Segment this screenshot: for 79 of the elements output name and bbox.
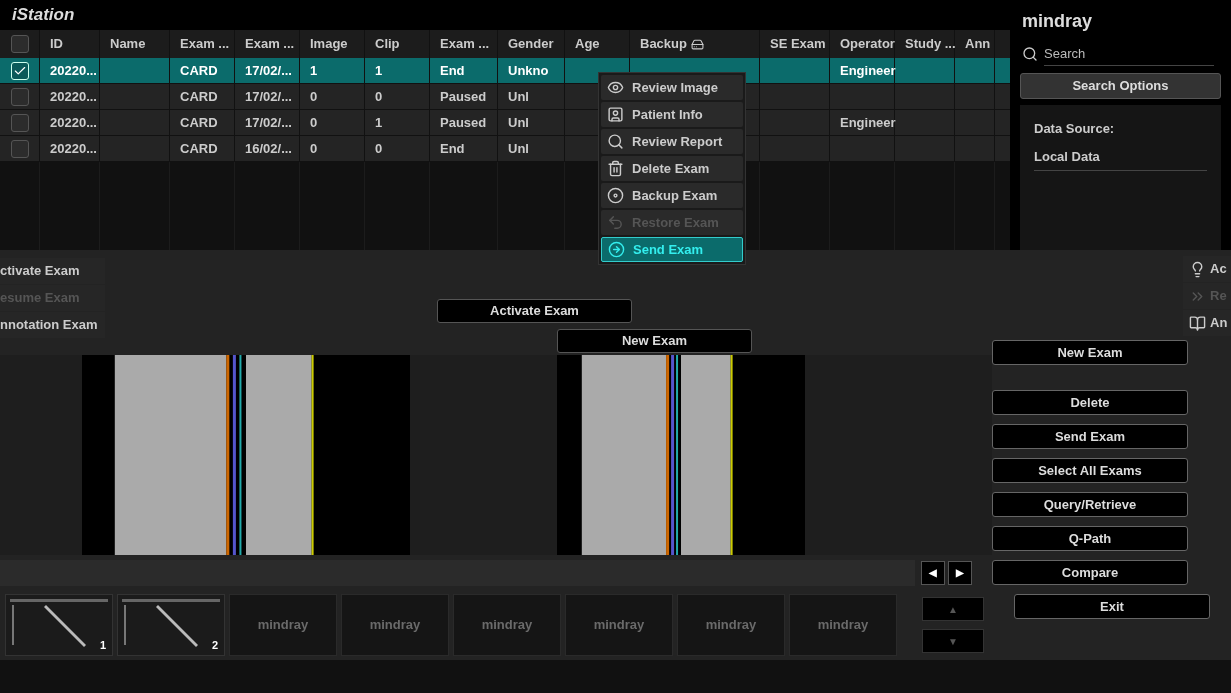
table-cell-text: 1	[375, 113, 383, 132]
action-button[interactable]: Select All Exams	[992, 458, 1188, 483]
table-cell-text: CARD	[180, 61, 218, 80]
eye-icon	[607, 79, 624, 96]
placeholder-logo-text: mindray	[257, 616, 309, 635]
menu-item[interactable]: Review Image	[601, 75, 743, 100]
table-cell-text: CARD	[180, 113, 218, 132]
search-options-button[interactable]: Search Options	[1020, 73, 1221, 99]
table-cell-text: 20220...	[50, 139, 97, 158]
arrow-circle-icon	[608, 241, 625, 258]
checkbox[interactable]	[10, 139, 29, 158]
search-field[interactable]: Search	[1044, 42, 1214, 66]
placeholder-logo-text: mindray	[817, 616, 869, 635]
menu-item[interactable]: Backup Exam	[601, 183, 743, 208]
thumbnail-number: 2	[211, 637, 218, 653]
table-cell-text: Paused	[440, 113, 487, 132]
action-button[interactable]: Compare	[992, 560, 1188, 585]
table-cell-text: 16/02/...	[245, 139, 292, 158]
table-cell-text: 20220...	[50, 87, 97, 106]
app-title: iStation	[12, 4, 75, 27]
table-cell-text: Engineer	[840, 113, 896, 132]
book-icon	[1189, 314, 1206, 332]
table-cell-text: CARD	[180, 139, 218, 158]
menu-item[interactable]: Send Exam	[601, 237, 743, 262]
page-button[interactable]: ◀	[921, 560, 945, 585]
thumbnail[interactable]: 2	[117, 594, 225, 656]
drive-icon	[690, 37, 704, 51]
table-cell-text: 20220...	[50, 61, 97, 80]
table-cell-text: 0	[310, 87, 318, 106]
checkbox[interactable]	[10, 87, 29, 106]
trash-icon	[607, 160, 624, 177]
placeholder-logo-text: mindray	[369, 616, 421, 635]
table-cell-text: 17/02/...	[245, 113, 292, 132]
menu-item[interactable]: Review Report	[601, 129, 743, 154]
table-cell-text: CARD	[180, 87, 218, 106]
checkbox[interactable]	[10, 35, 29, 53]
checkbox[interactable]	[10, 113, 29, 132]
dialog-button[interactable]: New Exam	[557, 329, 752, 353]
table-cell-text: 1	[375, 61, 383, 80]
table-row[interactable]: 20220... CARD 17/02/... 1 1 End Unkno Engineer	[0, 58, 1010, 84]
placeholder-logo-text: mindray	[593, 616, 645, 635]
table-cell-text: Unl	[508, 113, 529, 132]
table-cell-text: End	[440, 61, 465, 80]
undo-icon	[607, 214, 624, 231]
action-button[interactable]: Query/Retrieve	[992, 492, 1188, 517]
table-cell-text: Unkno	[508, 61, 549, 80]
table-cell-text: Paused	[440, 87, 487, 106]
action-button[interactable]: Delete	[992, 390, 1188, 415]
data-source-label: Data Source:	[1034, 120, 1116, 138]
data-source-value: Local Data	[1034, 146, 1207, 171]
exit-button[interactable]: Exit	[1014, 594, 1210, 619]
placeholder-logo-text: mindray	[705, 616, 757, 635]
table-cell-text: Engineer	[840, 61, 896, 80]
menu-item[interactable]: Patient Info	[601, 102, 743, 127]
thumbnail[interactable]: 1	[5, 594, 113, 656]
thumbnail-number: 1	[99, 637, 106, 653]
table-cell-text: End	[440, 139, 465, 158]
table-cell-text: Unl	[508, 139, 529, 158]
menu-item[interactable]: Delete Exam	[601, 156, 743, 181]
disc-icon	[607, 187, 624, 204]
placeholder-logo-text: mindray	[481, 616, 533, 635]
action-button[interactable]: Send Exam	[992, 424, 1188, 449]
search-icon	[1022, 46, 1038, 62]
table-cell-text: 1	[310, 61, 318, 80]
table-cell-text: 0	[375, 139, 383, 158]
table-cell-text: Unl	[508, 87, 529, 106]
table-cell-text: 17/02/...	[245, 87, 292, 106]
table-cell-text: 0	[375, 87, 383, 106]
table-cell-text: 20220...	[50, 113, 97, 132]
action-button[interactable]: Q-Path	[992, 526, 1188, 551]
search-icon	[607, 133, 624, 150]
table-cell-text: 0	[310, 139, 318, 158]
page-button[interactable]: ▶	[948, 560, 972, 585]
dialog-button[interactable]: Activate Exam	[437, 299, 632, 323]
table-cell-text: 17/02/...	[245, 61, 292, 80]
action-button[interactable]: New Exam	[992, 340, 1188, 365]
table-cell-text: 0	[310, 113, 318, 132]
brand-logo-text: mindray	[1021, 10, 1094, 33]
person-icon	[607, 106, 624, 123]
